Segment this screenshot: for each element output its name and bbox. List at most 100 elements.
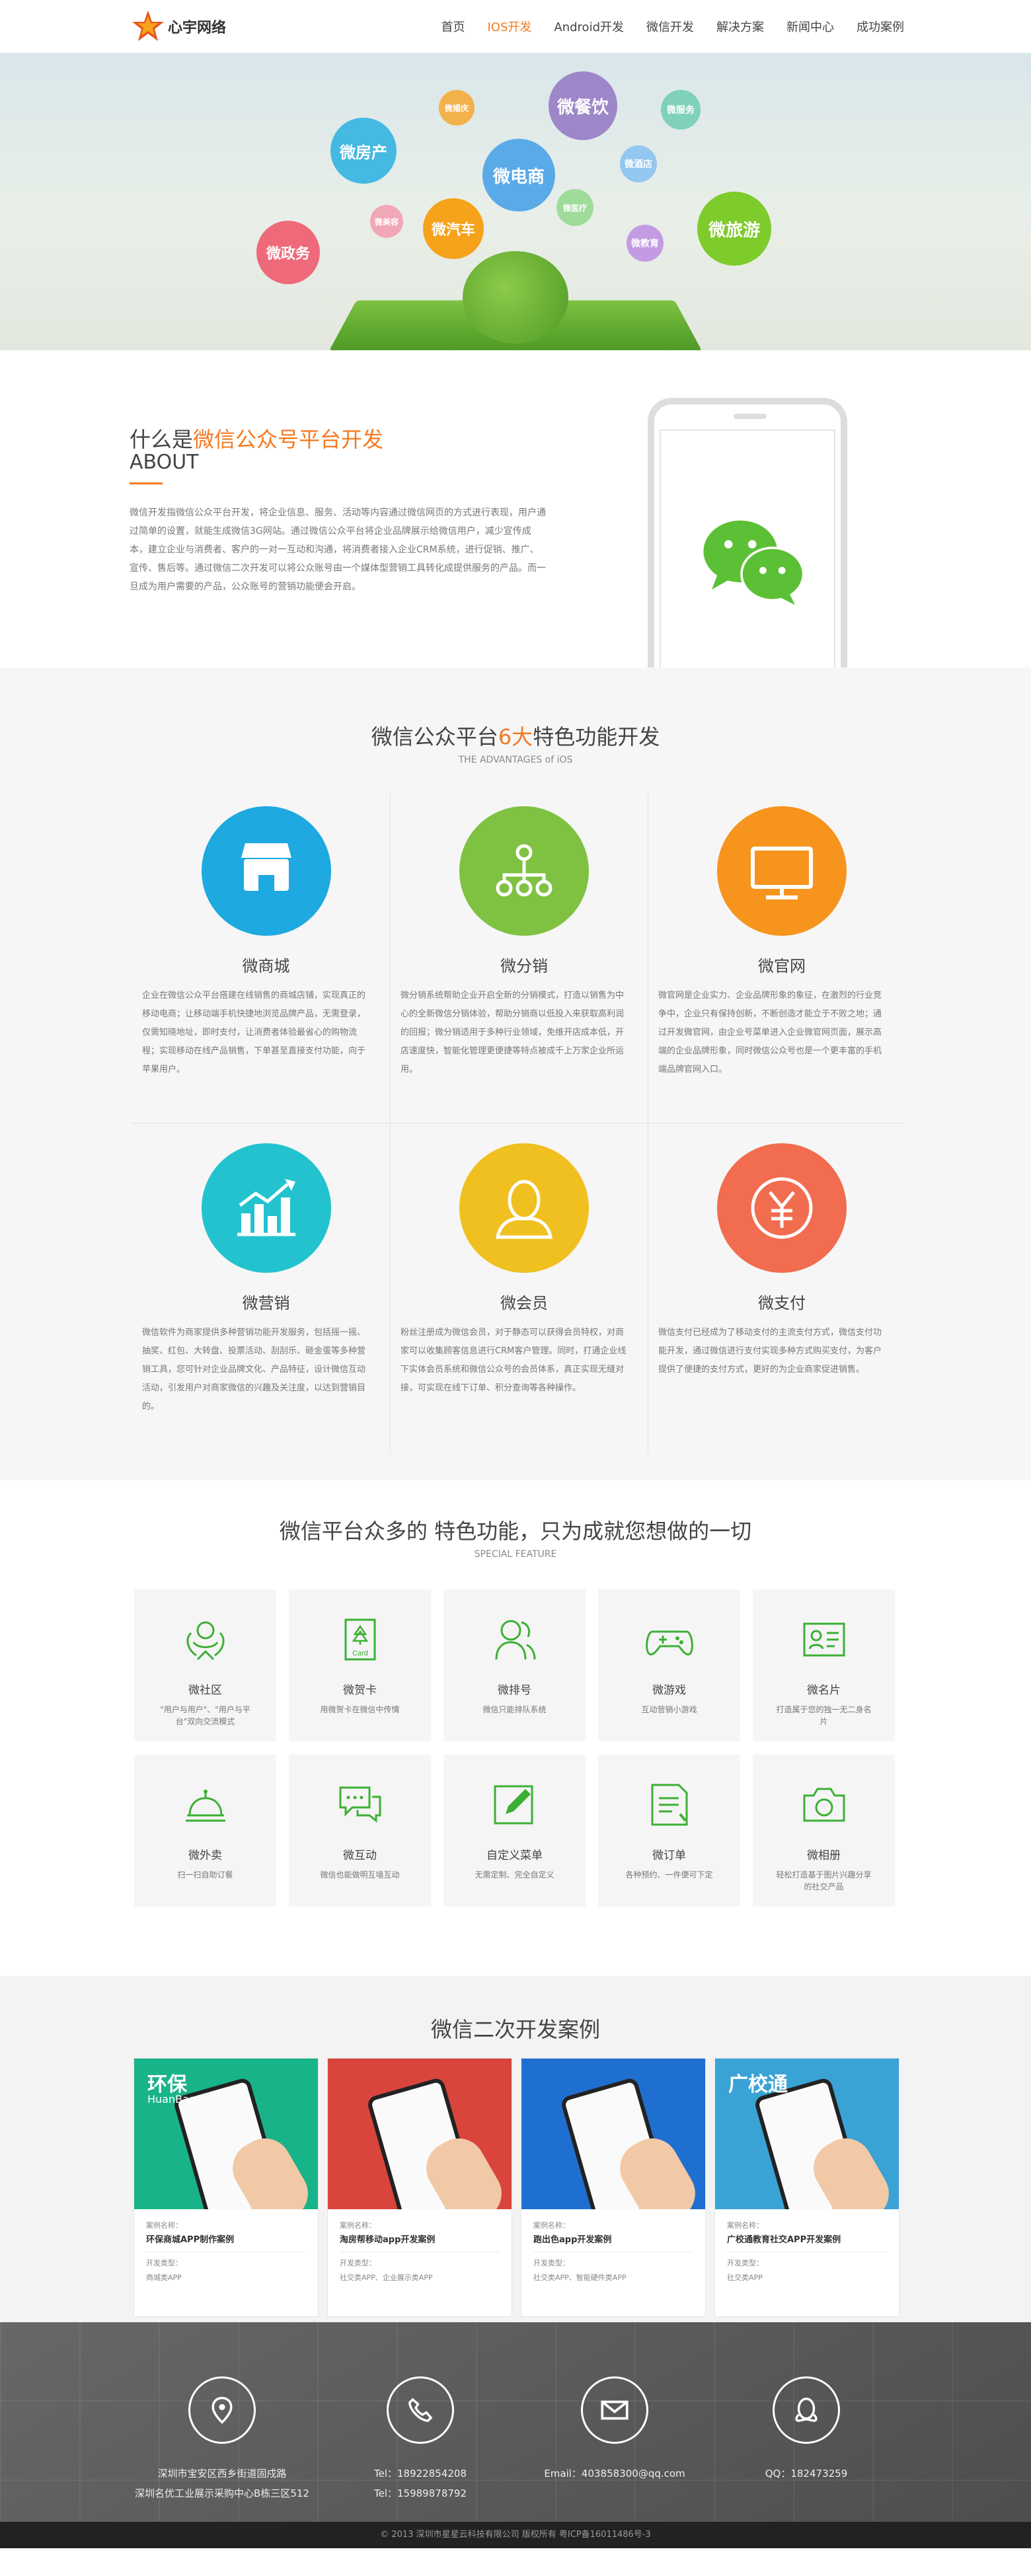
about-title: 什么是微信公众号平台开发 (130, 423, 383, 453)
gamepad-icon (645, 1630, 693, 1655)
feature-title: 微社区 (188, 1684, 222, 1697)
network-icon (496, 844, 553, 897)
feature-desc: "用户与用户"、"用户与平台"双向交流模式 (160, 1705, 250, 1726)
cases-section: 微信二次开发案例 环保 HuanBao 案例名称： 环保商城APP制作案例 开发… (0, 1976, 1031, 2322)
monitor-icon (751, 847, 813, 899)
case-card-2[interactable]: 案例名称： 跑出色app开发案例 开发类型： 社交类APP、智能硬件类APP (521, 2058, 706, 2317)
features-title: 微信平台众多的 特色功能，只为成就您想做的一切 (279, 1519, 752, 1544)
edit-icon (494, 1785, 533, 1825)
advantage-title: 微商城 (242, 957, 290, 975)
case-info: 案例名称： 广校通教育社交APP开发案例 开发类型： 社交类APP (715, 2209, 899, 2294)
address-line-2: 深圳名优工业展示采购中心B栋三区512 (135, 2487, 309, 2499)
advantage-4[interactable]: 微会员 粉丝注册成为微信会员，对于静态可以获得会员特权，对商家可以收集顾客信息进… (390, 1123, 648, 1454)
shop-icon (241, 843, 291, 891)
feature-title: 微订单 (652, 1849, 686, 1862)
feature-card-3[interactable]: 微游戏 互动营销小游戏 (598, 1589, 740, 1741)
feature-desc: 扫一扫自助订餐 (177, 1870, 233, 1879)
advantage-5[interactable]: 微支付 微信支付已经成为了移动支付的主流支付方式，微信支付功能开发，通过微信进行… (648, 1123, 905, 1454)
feature-card-9[interactable]: 微相册 轻松打造基于图片兴趣分享的社交产品 (753, 1755, 895, 1907)
case-type-label: 开发类型： (340, 2259, 376, 2267)
logo[interactable]: 心宇网络 (131, 9, 226, 44)
email-address[interactable]: Email：403858300@qq.com (529, 2464, 701, 2483)
advantage-0[interactable]: 微商城 企业在微信公众平台搭建在线销售的商城店铺，实现真正的移动电商；让移动端手… (132, 793, 390, 1123)
footer-qq: QQ：182473259 (740, 2376, 872, 2483)
page: 心宇网络 首页 IOS开发 Android开发 微信开发 解决方案 新闻中心 成功案例 微餐… (0, 0, 1031, 2576)
about-divider (130, 482, 163, 484)
logo-text: 心宇网络 (168, 20, 227, 36)
phone-mockup (648, 398, 847, 670)
nav-item-1[interactable]: IOS开发 (488, 18, 532, 35)
advantage-circle (201, 806, 331, 936)
advantage-text: 微信软件为商家提供多种营销功能开发服务，包括摇一摇、抽奖、红包、大转盘、投票活动… (142, 1328, 366, 1412)
case-card-3[interactable]: 广校通 案例名称： 广校通教育社交APP开发案例 开发类型： 社交类APP (714, 2058, 899, 2317)
card-icon: Card (344, 1618, 375, 1661)
feature-card-5[interactable]: 微外卖 扫一扫自助订餐 (134, 1755, 276, 1907)
tel-1[interactable]: Tel：18922854208 (354, 2464, 486, 2483)
case-image: 广校通 (715, 2059, 899, 2209)
phone-icon (387, 2376, 454, 2444)
star-logo-icon (132, 11, 164, 41)
address-line-1: 深圳市宝安区西乡街道固戍路 (157, 2468, 287, 2480)
nav-item-3[interactable]: 微信开发 (646, 18, 694, 35)
bubble-10: 微美容 (370, 205, 403, 238)
bubble-9: 微医疗 (556, 189, 593, 226)
feature-desc: 轻松打造基于图片兴趣分享的社交产品 (776, 1870, 872, 1891)
case-card-0[interactable]: 环保 HuanBao 案例名称： 环保商城APP制作案例 开发类型： 商城类AP… (134, 2058, 319, 2317)
bubble-0: 微餐饮 (549, 71, 617, 140)
about-subtitle: ABOUT (130, 451, 199, 474)
feature-card-8[interactable]: 微订单 各种预约、一件便可下定 (598, 1755, 740, 1907)
feature-card-7[interactable]: 自定义菜单 无需定制、完全自定义 (443, 1755, 586, 1907)
case-type-label: 开发类型： (533, 2259, 570, 2267)
case-title[interactable]: 环保商城APP制作案例 (146, 2233, 306, 2252)
case-info: 案例名称： 跑出色app开发案例 开发类型： 社交类APP、智能硬件类APP (521, 2209, 705, 2294)
feature-card-4[interactable]: 微名片 打造属于您的独一无二身名片 (753, 1589, 895, 1741)
feature-title: 微互动 (343, 1849, 377, 1862)
nav-item-6[interactable]: 成功案例 (857, 18, 904, 35)
feature-card-1[interactable]: Card 微贺卡 用微贺卡在微信中传情 (289, 1589, 431, 1741)
queue-icon (495, 1620, 535, 1660)
nav-item-2[interactable]: Android开发 (554, 18, 624, 35)
location-icon (188, 2376, 256, 2444)
bubble-5: 微政务 (256, 221, 320, 284)
advantage-circle (459, 1143, 589, 1273)
case-info: 案例名称： 环保商城APP制作案例 开发类型： 商城类APP (134, 2209, 318, 2294)
case-title[interactable]: 广校通教育社交APP开发案例 (727, 2233, 887, 2252)
feature-desc: 微信只能排队系统 (482, 1705, 547, 1714)
advantage-text: 微分销系统帮助企业开启全新的分销模式，打造以销售为中心的全新微信分销体验，帮助分… (401, 991, 625, 1075)
case-type: 社交类APP、智能硬件类APP (533, 2273, 627, 2282)
hero-tree (463, 251, 568, 344)
camera-icon (803, 1788, 845, 1822)
advantage-text: 微官网是企业实力、企业品牌形象的象征，在激烈的行业竞争中，企业只有保持创新，不断… (658, 991, 882, 1075)
qq-number[interactable]: QQ：182473259 (740, 2464, 872, 2483)
feature-desc: 打造属于您的独一无二身名片 (776, 1705, 872, 1726)
phone-speaker (734, 414, 767, 419)
advantage-circle (459, 806, 589, 936)
case-title[interactable]: 跑出色app开发案例 (533, 2233, 693, 2252)
advantage-3[interactable]: 微营销 微信软件为商家提供多种营销功能开发服务，包括摇一摇、抽奖、红包、大转盘、… (132, 1123, 390, 1454)
advantage-circle (717, 806, 847, 936)
qq-icon (773, 2376, 840, 2444)
cases-title: 微信二次开发案例 (430, 2017, 600, 2042)
mail-icon (581, 2376, 648, 2444)
nav-item-4[interactable]: 解决方案 (716, 18, 764, 35)
advantages-title: 微信公众平台6大特色功能开发 (0, 667, 1031, 751)
advantage-text: 粉丝注册成为微信会员，对于静态可以获得会员特权，对商家可以收集顾客信息进行CRM… (401, 1328, 627, 1393)
features-subtitle: SPECIAL FEATURE (474, 1549, 557, 1560)
svg-text:Card: Card (352, 1649, 368, 1657)
case-image: 环保 HuanBao (134, 2059, 318, 2209)
nav-item-0[interactable]: 首页 (441, 18, 465, 35)
tel-2[interactable]: Tel：15989878792 (354, 2483, 486, 2503)
feature-card-2[interactable]: 微排号 微信只能排队系统 (443, 1589, 586, 1741)
feature-card-6[interactable]: 微互动 微信也能做明互墙互动 (289, 1755, 431, 1907)
case-title[interactable]: 淘房帮移动app开发案例 (340, 2233, 500, 2252)
feature-card-0[interactable]: 微社区 "用户与用户"、"用户与平台"双向交流模式 (134, 1589, 276, 1741)
advantage-circle (201, 1143, 331, 1273)
advantage-title: 微会员 (500, 1294, 548, 1312)
nav-item-5[interactable]: 新闻中心 (786, 18, 834, 35)
case-image-subtitle: HuanBao (147, 2093, 196, 2105)
advantage-1[interactable]: 微分销 微分销系统帮助企业开启全新的分销模式，打造以销售为中心的全新微信分销体验… (390, 793, 648, 1123)
site-footer: 深圳市宝安区西乡街道固戍路 深圳名优工业展示采购中心B栋三区512 Tel：18… (0, 2322, 1031, 2548)
case-image-title: 广校通 (728, 2073, 788, 2096)
advantage-2[interactable]: 微官网 微官网是企业实力、企业品牌形象的象征，在激烈的行业竞争中，企业只有保持创… (648, 793, 905, 1123)
case-card-1[interactable]: 案例名称： 淘房帮移动app开发案例 开发类型： 社交类APP、企业展示类APP (327, 2058, 512, 2317)
